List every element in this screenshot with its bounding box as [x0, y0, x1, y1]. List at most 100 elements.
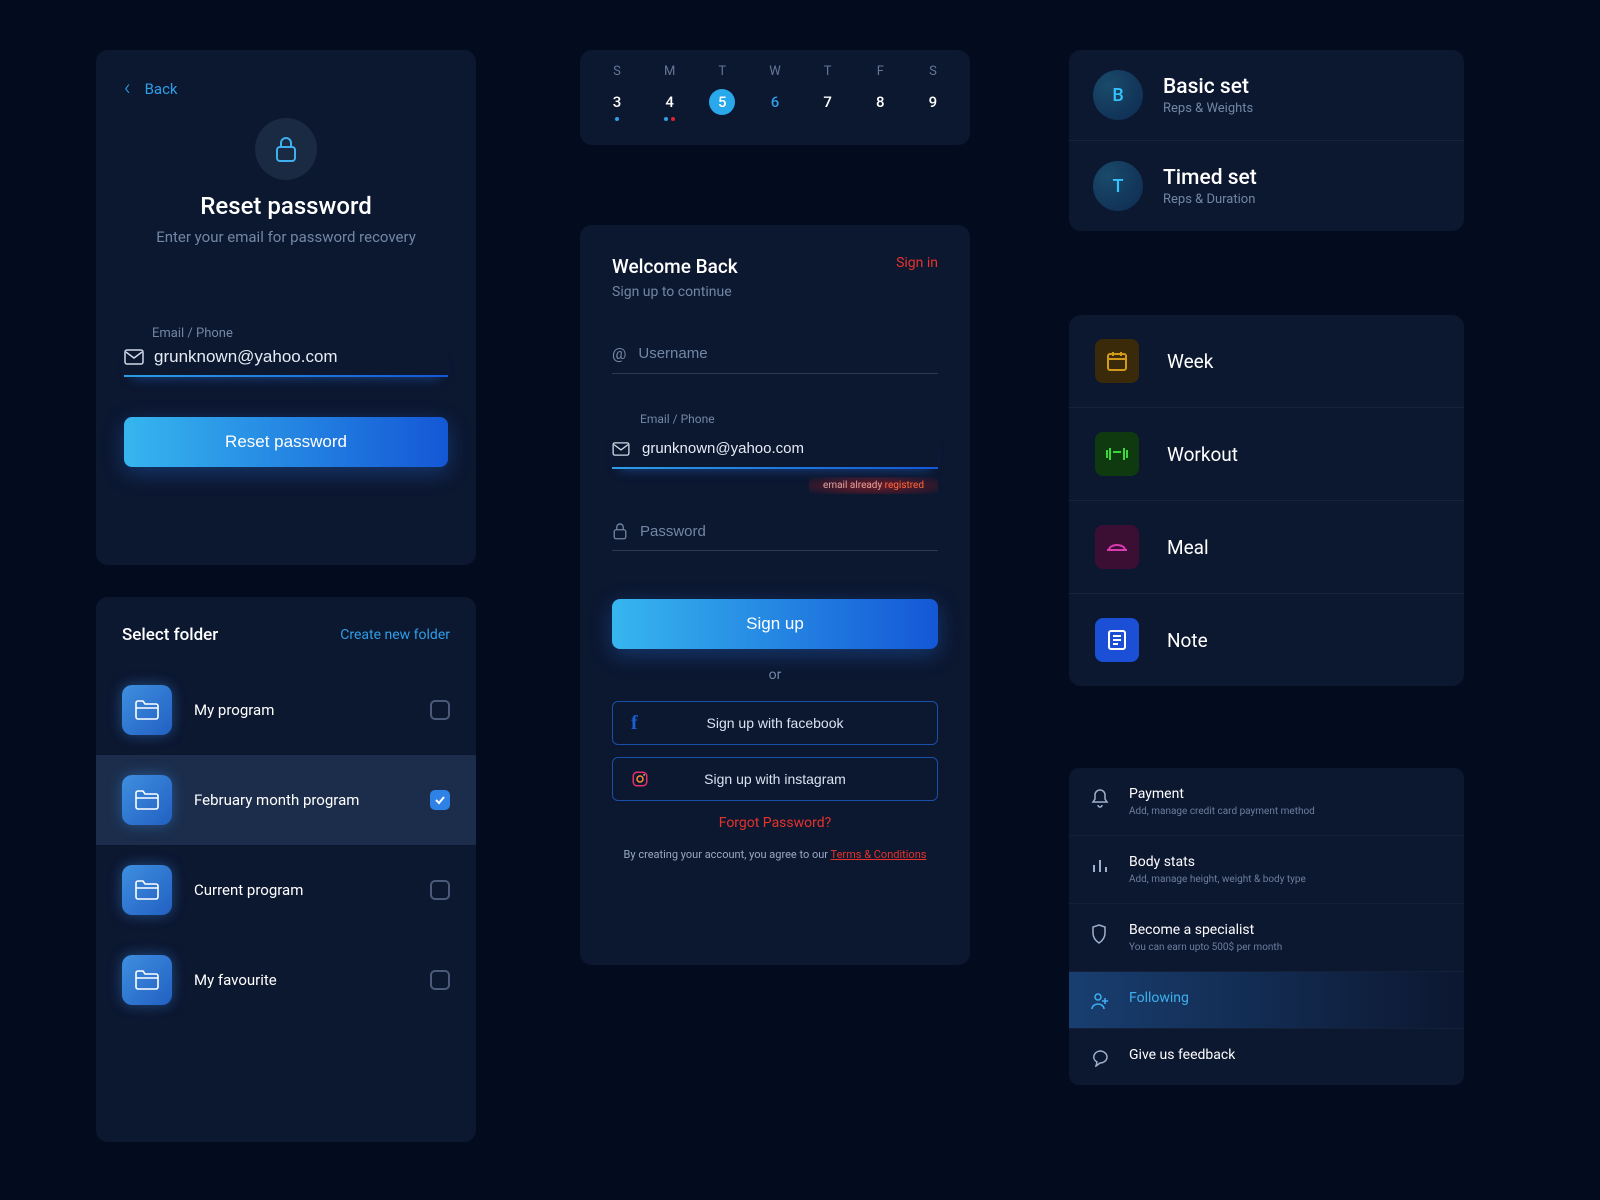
terms-text: By creating your account, you agree to o…	[612, 847, 938, 864]
folder-item[interactable]: My program	[96, 665, 476, 755]
lock-icon	[612, 522, 628, 540]
settings-subtitle: Add, manage height, weight & body type	[1129, 874, 1306, 885]
welcome-subtitle: Sign up to continue	[612, 284, 738, 300]
signup-button[interactable]: Sign up	[612, 599, 938, 649]
signup-email-label: Email / Phone	[640, 412, 938, 426]
category-label: Week	[1167, 350, 1213, 373]
reset-subtitle: Enter your email for password recovery	[124, 228, 448, 246]
folder-icon	[122, 955, 172, 1005]
folder-item[interactable]: Current program	[96, 845, 476, 935]
category-row[interactable]: Week	[1069, 315, 1464, 407]
folder-checkbox[interactable]	[430, 970, 450, 990]
set-avatar: B	[1093, 70, 1143, 120]
instagram-icon	[631, 770, 649, 788]
mail-icon	[612, 442, 630, 456]
calendar-strip: SMTWTFS 3456789	[580, 50, 970, 145]
username-input[interactable]	[638, 345, 938, 362]
calendar-date-cell[interactable]: 4	[655, 89, 685, 115]
folder-item[interactable]: February month program	[96, 755, 476, 845]
folder-name: My program	[194, 701, 408, 719]
forgot-password-link[interactable]: Forgot Password?	[612, 815, 938, 831]
calendar-date-cell[interactable]: 5	[707, 89, 737, 115]
reset-title: Reset password	[124, 192, 448, 220]
calendar-date-cell[interactable]: 6	[760, 89, 790, 115]
categories-card: Week Workout Meal Note	[1069, 315, 1464, 686]
calendar-day-header: F	[865, 64, 895, 79]
calendar-date-cell[interactable]: 9	[918, 89, 948, 115]
folder-icon	[122, 865, 172, 915]
calendar-day-header: T	[707, 64, 737, 79]
folder-item[interactable]: My favourite	[96, 935, 476, 1025]
calendar-date-cell[interactable]: 7	[813, 89, 843, 115]
folder-name: My favourite	[194, 971, 408, 989]
bars-icon	[1091, 856, 1111, 872]
username-field: @	[612, 334, 938, 374]
settings-row[interactable]: Become a specialist You can earn upto 50…	[1069, 903, 1464, 971]
email-field-row	[124, 347, 448, 377]
calendar-date-cell[interactable]: 8	[865, 89, 895, 115]
bell-icon	[1091, 788, 1111, 808]
shield-icon	[1091, 924, 1111, 944]
calendar-day-header: M	[655, 64, 685, 79]
settings-row[interactable]: Payment Add, manage credit card payment …	[1069, 768, 1464, 835]
email-error-badge: email already registred	[809, 477, 938, 494]
set-type-row[interactable]: T Timed set Reps & Duration	[1069, 140, 1464, 231]
settings-row[interactable]: Body stats Add, manage height, weight & …	[1069, 835, 1464, 903]
reset-password-card: ‹ Back Reset password Enter your email f…	[96, 50, 476, 565]
settings-title: Payment	[1129, 786, 1315, 802]
welcome-title: Welcome Back	[612, 255, 738, 278]
email-input[interactable]	[154, 347, 448, 367]
signin-link[interactable]: Sign in	[896, 255, 938, 271]
category-row[interactable]: Note	[1069, 593, 1464, 686]
folder-checkbox[interactable]	[430, 880, 450, 900]
email-field-label: Email / Phone	[152, 326, 448, 341]
calendar-day-header: W	[760, 64, 790, 79]
calendar-date-cell[interactable]: 3	[602, 89, 632, 115]
chevron-left-icon: ‹	[124, 78, 131, 100]
back-button[interactable]: ‹ Back	[124, 78, 448, 100]
lock-icon	[255, 118, 317, 180]
settings-title: Body stats	[1129, 854, 1306, 870]
instagram-signup-button[interactable]: Sign up with instagram	[612, 757, 938, 801]
terms-link[interactable]: Terms & Conditions	[831, 848, 927, 861]
user-icon	[1091, 992, 1111, 1010]
category-label: Workout	[1167, 443, 1238, 466]
chat-icon	[1091, 1049, 1111, 1067]
folder-checkbox[interactable]	[430, 700, 450, 720]
category-label: Meal	[1167, 536, 1209, 559]
set-type-row[interactable]: B Basic set Reps & Weights	[1069, 50, 1464, 140]
settings-subtitle: You can earn upto 500$ per month	[1129, 942, 1282, 953]
settings-card: Payment Add, manage credit card payment …	[1069, 768, 1464, 1085]
at-icon: @	[612, 344, 626, 363]
category-row[interactable]: Workout	[1069, 407, 1464, 500]
settings-row[interactable]: Following	[1069, 971, 1464, 1028]
settings-title: Become a specialist	[1129, 922, 1282, 938]
folder-title: Select folder	[122, 625, 218, 645]
facebook-signup-button[interactable]: f Sign up with facebook	[612, 701, 938, 745]
signup-email-input[interactable]	[642, 440, 938, 457]
folder-name: February month program	[194, 791, 408, 809]
set-types-card: B Basic set Reps & WeightsT Timed set Re…	[1069, 50, 1464, 231]
settings-row[interactable]: Give us feedback	[1069, 1028, 1464, 1085]
reset-password-button[interactable]: Reset password	[124, 417, 448, 467]
settings-title: Give us feedback	[1129, 1047, 1235, 1063]
password-field	[612, 512, 938, 551]
set-title: Basic set	[1163, 75, 1253, 99]
facebook-icon: f	[631, 712, 638, 735]
set-title: Timed set	[1163, 166, 1257, 190]
set-subtitle: Reps & Weights	[1163, 101, 1253, 116]
password-input[interactable]	[640, 523, 938, 540]
calendar-day-header: S	[602, 64, 632, 79]
folder-icon	[122, 685, 172, 735]
set-subtitle: Reps & Duration	[1163, 192, 1257, 207]
facebook-label: Sign up with facebook	[707, 715, 844, 731]
category-label: Note	[1167, 629, 1208, 652]
category-row[interactable]: Meal	[1069, 500, 1464, 593]
mail-icon	[124, 349, 144, 365]
create-folder-link[interactable]: Create new folder	[340, 627, 450, 643]
category-icon	[1095, 618, 1139, 662]
or-divider: or	[612, 667, 938, 683]
folder-checkbox[interactable]	[430, 790, 450, 810]
signup-card: Welcome Back Sign up to continue Sign in…	[580, 225, 970, 965]
folder-name: Current program	[194, 881, 408, 899]
